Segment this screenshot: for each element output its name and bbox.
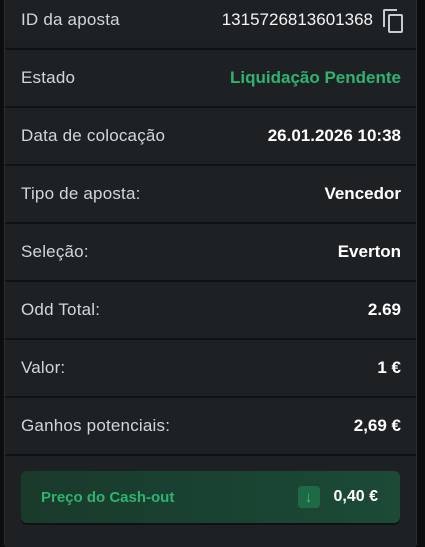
total-odds-value: 2.69 bbox=[367, 300, 401, 319]
selection-value: Everton bbox=[337, 242, 401, 261]
cashout-value-container: ↓ 0,40 € bbox=[297, 486, 378, 508]
cashout-button[interactable]: Preço do Cash-out ↓ 0,40 € bbox=[21, 471, 400, 523]
potential-winnings-value: 2,69 € bbox=[353, 416, 401, 435]
status-label: Estado bbox=[21, 68, 76, 87]
selection-label: Seleção: bbox=[21, 242, 89, 261]
cashout-section: Preço do Cash-out ↓ 0,40 € bbox=[5, 454, 416, 547]
stake-label: Valor: bbox=[21, 358, 66, 377]
arrow-down-icon: ↓ bbox=[297, 486, 320, 508]
stake-row: Valor: 1 € bbox=[5, 338, 416, 396]
placed-date-row: Data de colocação 26.01.2026 10:38 bbox=[5, 106, 416, 164]
stake-value: 1 € bbox=[377, 358, 401, 377]
status-value: Liquidação Pendente bbox=[230, 68, 401, 87]
bet-id-value: 1315726813601368 bbox=[221, 10, 373, 29]
bet-type-value: Vencedor bbox=[324, 184, 401, 203]
bet-details-card: ID da aposta 1315726813601368 Estado Liq… bbox=[4, 0, 417, 547]
bet-id-label: ID da aposta bbox=[21, 10, 120, 29]
bet-type-row: Tipo de aposta: Vencedor bbox=[5, 164, 416, 222]
placed-date-label: Data de colocação bbox=[21, 126, 166, 145]
placed-date-value: 26.01.2026 10:38 bbox=[267, 126, 401, 145]
copy-icon[interactable] bbox=[383, 9, 403, 33]
cashout-label: Preço do Cash-out bbox=[41, 488, 175, 506]
potential-winnings-label: Ganhos potenciais: bbox=[21, 416, 171, 435]
bet-type-label: Tipo de aposta: bbox=[21, 184, 141, 203]
potential-winnings-row: Ganhos potenciais: 2,69 € bbox=[5, 396, 416, 454]
total-odds-label: Odd Total: bbox=[21, 300, 101, 319]
bet-id-value-container: 1315726813601368 bbox=[221, 9, 403, 33]
selection-row: Seleção: Everton bbox=[5, 222, 416, 280]
status-row: Estado Liquidação Pendente bbox=[5, 48, 416, 106]
cashout-value: 0,40 € bbox=[333, 488, 378, 505]
total-odds-row: Odd Total: 2.69 bbox=[5, 280, 416, 338]
bet-id-row: ID da aposta 1315726813601368 bbox=[5, 0, 416, 40]
